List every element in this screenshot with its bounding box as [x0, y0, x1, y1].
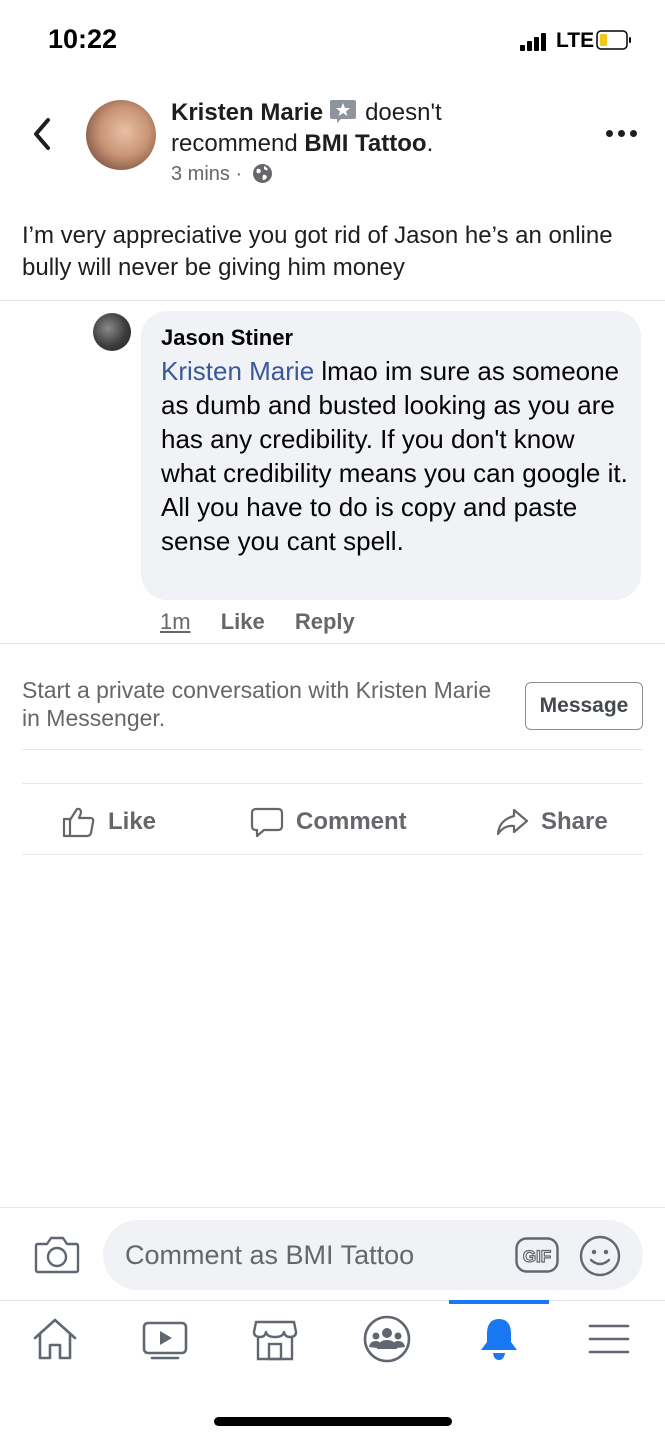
- gif-icon[interactable]: GIF: [515, 1237, 559, 1273]
- network-label: LTE: [556, 29, 595, 52]
- active-tab-indicator: [449, 1300, 549, 1304]
- divider: [22, 749, 643, 750]
- commenter-avatar[interactable]: [93, 313, 131, 351]
- menu-icon[interactable]: [584, 1314, 634, 1364]
- back-icon[interactable]: [28, 112, 58, 156]
- recommend-verb: doesn't: [365, 99, 442, 126]
- divider: [0, 1300, 665, 1301]
- like-label: Like: [108, 808, 157, 835]
- page-name[interactable]: BMI Tattoo: [304, 130, 426, 157]
- comment-body: lmao im sure as someone as dumb and bust…: [161, 356, 628, 556]
- post-header-line2: recommend BMI Tattoo.: [171, 130, 433, 158]
- comment-label: Comment: [296, 808, 407, 835]
- divider: [0, 643, 665, 644]
- comment-reply-button[interactable]: Reply: [295, 609, 355, 634]
- comment-like-button[interactable]: Like: [221, 609, 265, 634]
- comment-button[interactable]: Comment: [250, 802, 407, 842]
- post-text: I’m very appreciative you got rid of Jas…: [22, 222, 613, 281]
- battery-icon: [596, 30, 631, 50]
- message-button[interactable]: Message: [525, 682, 643, 730]
- signal-icon: [520, 33, 550, 51]
- marketplace-icon[interactable]: [250, 1314, 300, 1364]
- groups-icon[interactable]: [362, 1314, 412, 1364]
- share-button[interactable]: Share: [495, 802, 608, 842]
- post-timestamp[interactable]: 3 mins: [171, 163, 230, 185]
- divider: [22, 854, 643, 855]
- post-header-line1: Kristen Marie doesn't: [171, 99, 442, 127]
- divider: [0, 1207, 665, 1208]
- comment-actions: 1m Like Reply: [160, 609, 379, 635]
- comment-icon: [250, 807, 284, 838]
- recommendation-star-icon: [330, 100, 357, 123]
- thumbs-up-icon: [62, 807, 95, 838]
- divider: [0, 300, 665, 301]
- messenger-prompt: Start a private conversation with Kriste…: [22, 677, 492, 731]
- more-options-icon[interactable]: [606, 128, 638, 140]
- comment-input-placeholder[interactable]: Comment as BMI Tattoo: [125, 1240, 414, 1271]
- comment-time[interactable]: 1m: [160, 609, 191, 634]
- post-meta: 3 mins ·: [171, 163, 273, 186]
- commenter-name[interactable]: Jason Stiner: [161, 325, 293, 351]
- avatar[interactable]: [86, 100, 156, 170]
- author-name[interactable]: Kristen Marie: [171, 99, 323, 126]
- meta-separator: ·: [235, 163, 243, 185]
- comment-mention[interactable]: Kristen Marie: [161, 356, 314, 386]
- gif-label: GIF: [523, 1247, 551, 1266]
- share-icon: [496, 808, 529, 836]
- camera-icon[interactable]: [34, 1232, 80, 1276]
- comment-text: Kristen Marie lmao im sure as someone as…: [161, 354, 631, 558]
- recommend-verb2: recommend: [171, 130, 298, 157]
- share-label: Share: [541, 808, 608, 835]
- home-icon[interactable]: [30, 1314, 80, 1364]
- notifications-icon[interactable]: [474, 1314, 524, 1364]
- home-indicator[interactable]: [214, 1417, 452, 1426]
- watch-icon[interactable]: [140, 1314, 190, 1364]
- like-button[interactable]: Like: [62, 802, 156, 842]
- header-period: .: [426, 130, 434, 157]
- emoji-icon[interactable]: [579, 1235, 621, 1277]
- divider: [22, 783, 643, 784]
- status-time: 10:22: [48, 24, 118, 54]
- globe-icon: [252, 164, 272, 183]
